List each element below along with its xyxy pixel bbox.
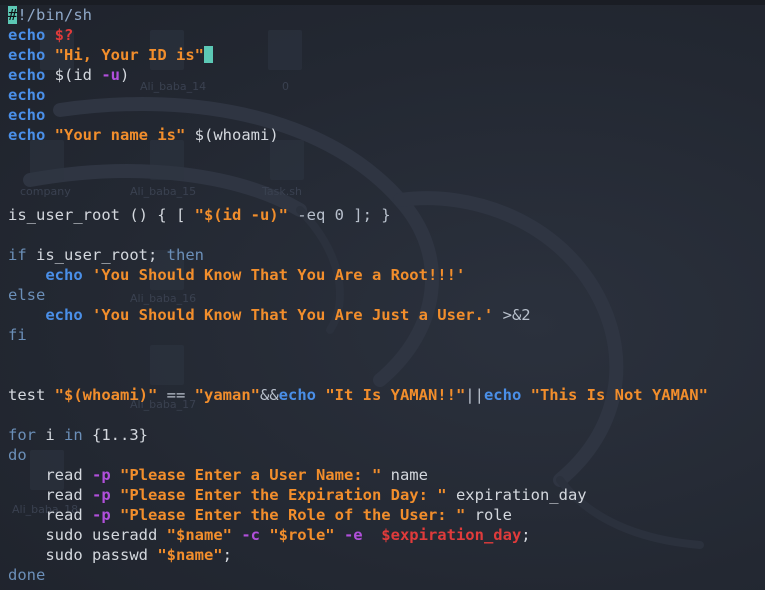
code-line: #!/bin/sh [8, 5, 92, 25]
keyword: then [157, 246, 205, 264]
keyword: echo [278, 386, 316, 404]
operator: || [465, 386, 484, 404]
command: sudo useradd [45, 526, 167, 544]
keyword: echo [45, 266, 83, 284]
keyword: echo [8, 26, 46, 44]
operator: == [157, 386, 195, 404]
code-line: test "$(whoami)" == "yaman"&&echo "It Is… [8, 385, 708, 405]
string: "Please Enter the Role of the User: " [120, 506, 466, 524]
code-line: sudo useradd "$name" -c "$role" -e $expi… [8, 525, 531, 545]
keyword: echo [45, 306, 83, 324]
flag: -c [231, 526, 270, 544]
string: "$name" [157, 546, 223, 564]
string: 'You Should Know That You Are Just a Use… [92, 306, 494, 324]
test-expression: -eq 0 ]; } [287, 206, 391, 224]
variable: $expiration_day [371, 526, 522, 544]
code-line: echo 'You Should Know That You Are Just … [8, 305, 531, 325]
command: read [45, 506, 92, 524]
code-line: echo $? [8, 25, 73, 45]
subshell-close: ) [120, 66, 130, 84]
subshell-open: $(id [54, 66, 102, 84]
code-line: do [8, 445, 27, 465]
string: "This Is Not YAMAN" [521, 386, 708, 404]
code-line: read -p "Please Enter a User Name: " nam… [8, 465, 428, 485]
flag: -p [92, 486, 120, 504]
condition: is_user_root [26, 246, 148, 264]
text-cursor [203, 46, 213, 63]
keyword: echo [8, 46, 46, 64]
string: "Please Enter the Expiration Day: " [120, 486, 447, 504]
code-line: sudo passwd "$name"; [8, 545, 232, 565]
function-body: () { [ [119, 206, 195, 224]
code-editor[interactable]: #!/bin/sh echo $? echo "Hi, Your ID is" … [0, 5, 765, 590]
string: "Your name is" [54, 126, 186, 144]
command-substitution: $(whoami) [185, 126, 279, 144]
flag: -p [92, 506, 120, 524]
argument: name [381, 466, 428, 484]
function-name: is_user_root [8, 206, 120, 224]
string: "Please Enter a User Name: " [120, 466, 382, 484]
code-line: is_user_root () { [ "$(id -u)" -eq 0 ]; … [8, 205, 391, 225]
redirect: >&2 [493, 306, 531, 324]
code-line: done [8, 565, 45, 585]
keyword: in [64, 426, 83, 444]
keyword: echo [8, 66, 46, 84]
string: "Hi, Your ID is" [54, 46, 204, 64]
code-line: if is_user_root; then [8, 245, 204, 265]
semicolon: ; [148, 246, 158, 264]
string: "It Is YAMAN!!" [315, 386, 466, 404]
command: test [8, 386, 55, 404]
code-line: echo [8, 85, 45, 105]
command: read [45, 466, 92, 484]
keyword: echo [8, 106, 46, 124]
string: 'You Should Know That You Are a Root!!!' [92, 266, 466, 284]
keyword: for [8, 426, 36, 444]
range: {1..3} [82, 426, 148, 444]
code-line: fi [8, 325, 27, 345]
loop-variable: i [36, 426, 64, 444]
code-line: echo "Your name is" $(whoami) [8, 125, 279, 145]
keyword: fi [8, 326, 27, 344]
keyword: do [8, 446, 27, 464]
keyword: if [8, 246, 27, 264]
string: "$role" [269, 526, 335, 544]
shebang: !/bin/sh [17, 6, 92, 24]
code-line: echo [8, 105, 45, 125]
code-line: echo $(id -u) [8, 65, 129, 85]
string: "$name" [166, 526, 232, 544]
string: "$(whoami)" [54, 386, 158, 404]
flag: -e [334, 526, 372, 544]
code-line: for i in {1..3} [8, 425, 148, 445]
operator: && [259, 386, 279, 404]
cursor: # [8, 6, 18, 24]
code-line: else [8, 285, 45, 305]
keyword: echo [8, 86, 46, 104]
code-line: read -p "Please Enter the Role of the Us… [8, 505, 512, 525]
keyword: echo [8, 126, 46, 144]
string: "yaman" [194, 386, 260, 404]
code-line: read -p "Please Enter the Expiration Day… [8, 485, 587, 505]
semicolon: ; [521, 526, 531, 544]
command: sudo passwd [45, 546, 158, 564]
variable: $? [54, 26, 74, 44]
flag: -u [101, 66, 121, 84]
semicolon: ; [222, 546, 232, 564]
argument: expiration_day [446, 486, 587, 504]
keyword: done [8, 566, 46, 584]
flag: -p [92, 466, 120, 484]
code-line: echo 'You Should Know That You Are a Roo… [8, 265, 465, 285]
string: "$(id -u)" [194, 206, 288, 224]
code-line: echo "Hi, Your ID is" [8, 45, 213, 65]
keyword: else [8, 286, 46, 304]
command: read [45, 486, 92, 504]
keyword: echo [483, 386, 522, 404]
argument: role [465, 506, 512, 524]
